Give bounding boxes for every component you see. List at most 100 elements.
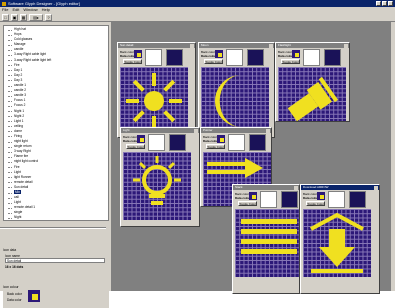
thumbnail-preview	[303, 49, 320, 66]
tree-item-label: night light control	[14, 159, 38, 163]
thumbnail-preview-dark	[324, 49, 341, 66]
data-color-label: Data color	[120, 54, 135, 58]
tree-item-label: night light	[14, 139, 28, 143]
tree-item-label: Flame fire	[14, 154, 28, 158]
color-swatch[interactable]	[215, 50, 223, 58]
editor-window-title: Pointer	[201, 128, 271, 133]
window-titlebar: Software Glyph Designer - [Glyph editor]	[0, 0, 395, 7]
toggle-color-button[interactable]: Toggle Color	[126, 144, 145, 149]
thumbnail-preview	[148, 134, 165, 151]
close-icon[interactable]	[344, 44, 348, 48]
moon-icon	[201, 67, 269, 135]
tree-item-label: Mix	[14, 190, 21, 194]
editor-window-title: Sun detail	[118, 43, 195, 48]
close-icon[interactable]	[266, 129, 270, 133]
close-icon[interactable]	[294, 186, 298, 190]
toggle-color-button[interactable]: Toggle Color	[238, 201, 257, 206]
maximize-button[interactable]	[382, 1, 387, 6]
thumbnail-preview-dark	[169, 134, 186, 151]
copy-button[interactable]: ▤▸	[29, 14, 43, 21]
tree-item-label: candle	[14, 47, 23, 51]
thumbnail-preview-dark	[249, 134, 266, 151]
tree-item-label: Light	[14, 200, 21, 204]
tree-item-label: light Runner	[14, 175, 31, 179]
close-icon[interactable]	[194, 129, 198, 133]
data-color-label: Data color	[235, 196, 250, 200]
close-icon[interactable]	[190, 44, 194, 48]
tree-item-label: candle 1	[14, 83, 26, 87]
toggle-color-button[interactable]: Toggle Color	[281, 59, 300, 64]
data-color-label: Data color	[123, 139, 138, 143]
tree-item-label: Focus 2	[14, 103, 25, 107]
thumbnail-preview	[328, 191, 345, 208]
open-folder-button[interactable]: ▣	[11, 14, 18, 21]
tree-item-label: Focus 1	[14, 98, 25, 102]
tree-item-label: Night	[14, 215, 21, 219]
tree-item-label: candle 3	[14, 93, 26, 97]
pixel-grid[interactable]	[278, 67, 346, 122]
color-swatch[interactable]	[28, 290, 40, 302]
close-button[interactable]	[388, 1, 393, 6]
help-button[interactable]: ?	[45, 14, 52, 21]
color-swatch[interactable]	[134, 50, 142, 58]
tree-item-label: single	[14, 210, 22, 214]
minimize-button[interactable]	[376, 1, 381, 6]
stack-icon	[235, 209, 300, 277]
save-button[interactable]: ▦	[20, 14, 27, 21]
toggle-color-button[interactable]: Toggle Color	[306, 201, 325, 206]
window-title: Software Glyph Designer - [Glyph editor]	[8, 1, 80, 6]
editor-window-title: Light	[121, 128, 199, 133]
new-file-button[interactable]: □	[2, 14, 9, 21]
color-swatch[interactable]	[317, 192, 325, 200]
toggle-color-button[interactable]: Toggle Color	[123, 59, 142, 64]
data-color-label: Data color	[201, 54, 216, 58]
color-swatch[interactable]	[292, 50, 300, 58]
pixel-grid[interactable]	[123, 152, 191, 220]
close-icon[interactable]	[374, 186, 378, 190]
glyph-tree[interactable]: High hatHopsCold glassesManagecandle3-wa…	[3, 25, 109, 221]
editor-window-title: Stack	[233, 185, 299, 190]
editor-window-title: Download ARROW	[301, 185, 379, 190]
toggle-color-button[interactable]: Toggle Color	[204, 59, 223, 64]
tree-item-label: Night 2	[14, 114, 24, 118]
color-swatch[interactable]	[249, 192, 257, 200]
vertical-scrollbar[interactable]	[391, 22, 395, 291]
properties-title: Icon data	[3, 248, 16, 252]
tree-item-label: Fire	[14, 63, 20, 67]
back-color-label: Back color	[7, 292, 22, 296]
glyph-editor-window[interactable]: Stack Back color Data color Toggle Color	[232, 184, 300, 294]
close-icon[interactable]	[269, 44, 273, 48]
glyph-editor-window[interactable]: Sun detail Back color Data color Toggle …	[117, 42, 196, 138]
glyph-editor-window[interactable]: Flashlight Back color Data color Toggle …	[275, 42, 350, 122]
color-swatch[interactable]	[137, 135, 145, 143]
data-color-label: Data color	[278, 54, 293, 58]
bulb-icon	[123, 152, 191, 220]
editor-window-title: Flashlight	[276, 43, 349, 48]
toggle-color-button[interactable]: Toggle Color	[206, 144, 225, 149]
thumbnail-preview	[145, 49, 162, 66]
glyph-editor-window[interactable]: Light Back color Data color Toggle Color	[120, 127, 200, 227]
thumbnail-preview-dark	[349, 191, 366, 208]
thumbnail-preview	[260, 191, 277, 208]
pixel-grid[interactable]	[303, 209, 371, 277]
tree-item-label: ceiling	[14, 124, 23, 128]
tree-item-label: dome	[14, 129, 22, 133]
icon-name-field[interactable]: Sun detail	[5, 258, 105, 263]
data-color-label: Data color	[203, 139, 218, 143]
pixel-grid[interactable]	[120, 67, 188, 135]
tree-item-label: single return	[14, 144, 32, 148]
divider	[0, 227, 106, 229]
tree-item-label: Night 1	[14, 109, 24, 113]
glyph-editor-window[interactable]: Download ARROW Back color Data color Tog…	[300, 184, 380, 294]
tree-item-label: Firing	[14, 134, 22, 138]
flashlight-icon	[278, 67, 346, 122]
thumbnail-preview	[228, 134, 245, 151]
glyph-editor-window[interactable]: Moon Back color Data color Toggle Color	[198, 42, 275, 138]
pixel-grid[interactable]	[235, 209, 300, 277]
tree-item-label: Light	[14, 170, 21, 174]
thumbnail-preview-dark	[166, 49, 183, 66]
pixel-grid[interactable]	[201, 67, 269, 135]
colour-title: Icon colour	[3, 285, 19, 289]
app-icon	[2, 2, 6, 6]
color-swatch[interactable]	[217, 135, 225, 143]
